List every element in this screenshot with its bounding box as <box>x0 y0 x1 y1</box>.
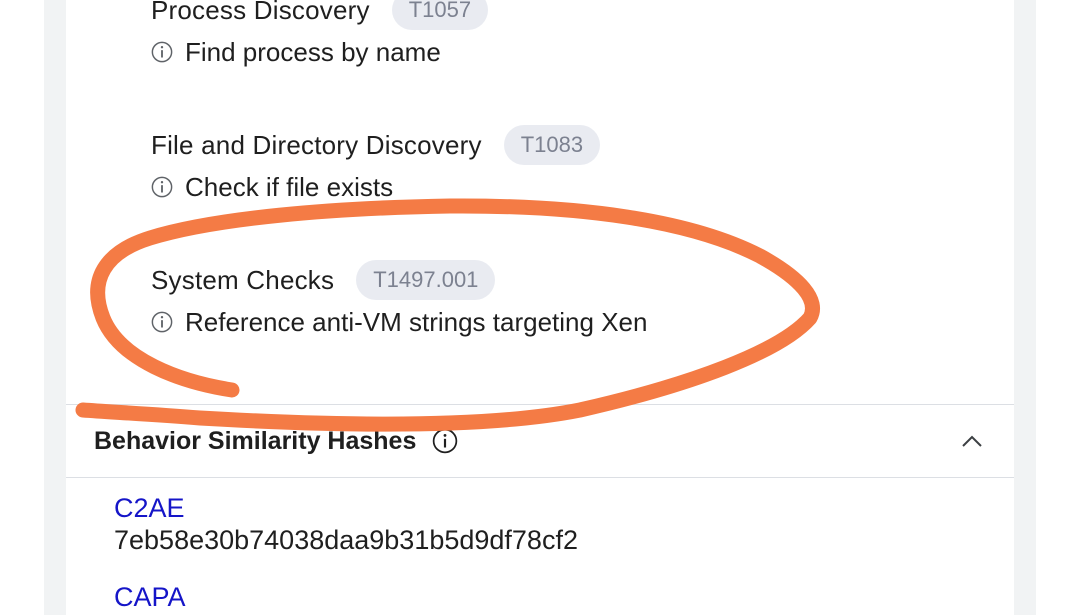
hash-name-link[interactable]: CAPA <box>114 581 186 613</box>
technique-description-text: Find process by name <box>185 36 441 67</box>
info-icon[interactable] <box>151 176 173 198</box>
hash-item-c2ae: C2AE 7eb58e30b74038daa9b31b5d9df78cf2 <box>114 492 578 556</box>
technique-process-discovery: Process Discovery T1057 Find process by … <box>151 0 489 72</box>
technique-description: Find process by name <box>151 32 488 72</box>
technique-name: File and Directory Discovery <box>151 129 482 160</box>
technique-id-badge[interactable]: T1497.001 <box>356 260 496 300</box>
technique-system-checks: System Checks T1497.001 Reference anti-V… <box>151 260 647 342</box>
page: Process Discovery T1057 Find process by … <box>0 0 1080 615</box>
right-gutter <box>1036 0 1080 615</box>
technique-description: Reference anti-VM strings targeting Xen <box>151 302 647 342</box>
info-icon[interactable] <box>151 41 173 63</box>
info-icon[interactable] <box>432 428 458 454</box>
section-title: Behavior Similarity Hashes <box>94 426 417 455</box>
technique-description-text: Reference anti-VM strings targeting Xen <box>185 306 648 337</box>
hash-value: 7eb58e30b74038daa9b31b5d9df78cf2 <box>114 525 578 555</box>
technique-description: Check if file exists <box>151 167 600 207</box>
technique-header: File and Directory Discovery T1083 <box>151 125 601 165</box>
behavior-section-header[interactable]: Behavior Similarity Hashes <box>66 405 1014 477</box>
hash-item-capa: CAPA <box>114 581 186 613</box>
technique-name: Process Discovery <box>151 0 370 25</box>
technique-header: Process Discovery T1057 <box>151 0 489 30</box>
technique-id-badge[interactable]: T1083 <box>503 125 601 165</box>
technique-id-badge[interactable]: T1057 <box>391 0 489 30</box>
technique-header: System Checks T1497.001 <box>151 260 647 300</box>
technique-name: System Checks <box>151 264 335 295</box>
technique-file-directory-discovery: File and Directory Discovery T1083 Check… <box>151 125 601 207</box>
left-gutter <box>0 0 44 615</box>
info-icon[interactable] <box>151 311 173 333</box>
chevron-up-icon[interactable] <box>960 429 984 453</box>
report-card: Process Discovery T1057 Find process by … <box>66 0 1014 615</box>
hash-name-link[interactable]: C2AE <box>114 492 578 524</box>
section-divider-bottom <box>66 477 1014 478</box>
technique-description-text: Check if file exists <box>185 171 394 202</box>
